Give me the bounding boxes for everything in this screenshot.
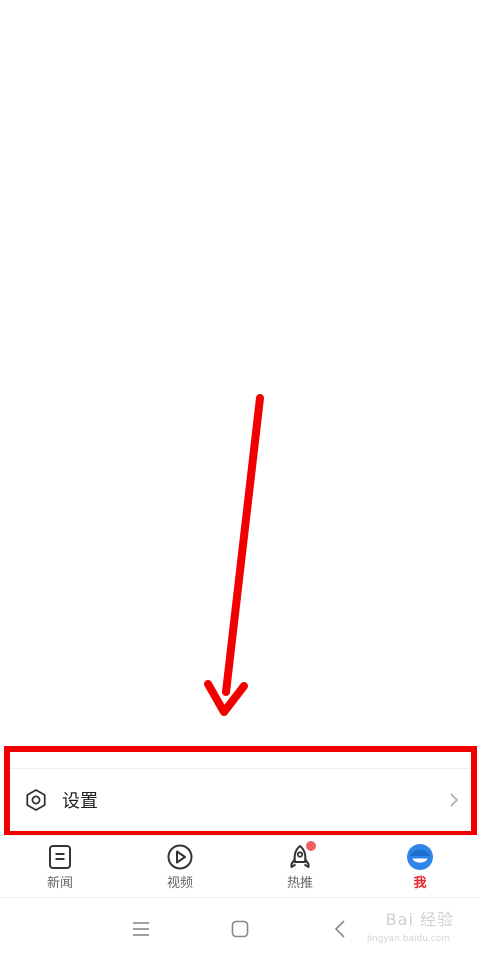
watermark-url: jingyan.baidu.com [366, 934, 450, 944]
tab-news-label: 新闻 [46, 876, 73, 891]
tab-hot-label: 热推 [286, 876, 313, 891]
tab-news[interactable]: 新闻 [0, 836, 120, 896]
tab-video[interactable]: 视频 [120, 836, 240, 896]
news-icon [49, 845, 71, 869]
menu-icon[interactable] [130, 918, 152, 940]
play-icon [167, 844, 193, 870]
settings-row[interactable]: 设置 [8, 769, 470, 831]
tab-me-label: 我 [413, 876, 427, 891]
profile-icon [407, 844, 433, 870]
watermark-logo: Bai 经验 [385, 910, 454, 929]
gear-icon [26, 789, 46, 811]
tab-video-label: 视频 [166, 876, 193, 891]
home-icon[interactable] [229, 918, 251, 940]
screen: 设置 新闻 视频 热推 我 Bai 经验 jingyan.baidu.com [0, 0, 480, 960]
notification-badge [306, 841, 316, 851]
tab-hot[interactable]: 热推 [240, 836, 360, 896]
bottom-tab-bar: 新闻 视频 热推 我 [0, 836, 480, 896]
back-icon[interactable] [330, 918, 352, 940]
tab-me[interactable]: 我 [360, 836, 480, 896]
settings-label: 设置 [62, 791, 98, 812]
chevron-right-icon [450, 793, 459, 807]
